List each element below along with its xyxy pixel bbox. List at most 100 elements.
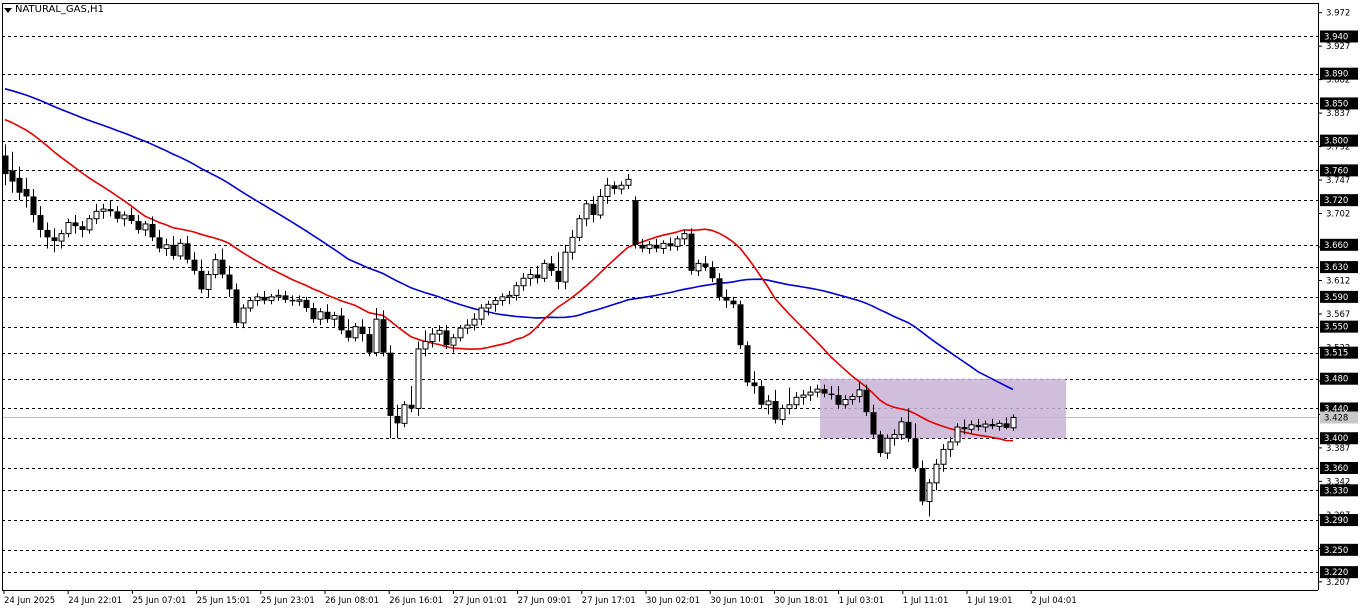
candle-body-down [79, 226, 86, 230]
candle-body-up [807, 391, 814, 396]
candle-body-up [275, 294, 282, 298]
candle-body-up [681, 233, 688, 240]
candle-body-up [541, 262, 548, 279]
candle [198, 259, 205, 294]
candle [772, 389, 779, 424]
candle [450, 334, 457, 353]
candle [212, 253, 219, 279]
candle [310, 302, 317, 323]
symbol-title[interactable]: NATURAL_GAS,H1 [4, 3, 104, 17]
price-tick-label: 3.972 [1326, 9, 1350, 19]
price-tick-label: 3.927 [1326, 42, 1350, 52]
time-tick-label: 26 Jun 08:01 [325, 596, 379, 606]
candle-body-up [499, 296, 506, 302]
time-tick-label: 25 Jun 07:01 [132, 596, 186, 606]
candle-body-down [282, 295, 289, 300]
candle [268, 293, 275, 305]
candle-body-down [226, 274, 233, 290]
candle-body-up [996, 422, 1003, 427]
candle-body-up [58, 233, 65, 242]
candle [72, 215, 79, 234]
level-label-text: 3.940 [1324, 32, 1348, 42]
candle [387, 345, 394, 439]
candle [527, 268, 534, 286]
candle [415, 341, 422, 416]
level-price-label: 3.800 [1320, 134, 1358, 147]
candle [296, 295, 303, 306]
candle-body-down [919, 467, 926, 502]
time-tick-label: 27 Jun 17:01 [582, 596, 636, 606]
candle [625, 174, 632, 189]
candle-body-down [443, 330, 450, 346]
price-tick-label: 3.612 [1326, 277, 1350, 287]
current-price-text: 3.428 [1324, 414, 1348, 424]
candle [877, 430, 884, 457]
candle-body-up [450, 337, 457, 346]
candle [786, 387, 793, 415]
time-tick-label: 1 Jul 11:01 [903, 596, 949, 606]
candle [107, 200, 114, 217]
candle-body-down [23, 188, 30, 197]
candle-body-down [44, 229, 51, 238]
candle [128, 207, 135, 224]
level-price-label: 3.630 [1320, 261, 1358, 274]
candle-body-down [534, 274, 541, 279]
candle [142, 220, 149, 236]
candle [702, 255, 709, 271]
candle-body-up [968, 424, 975, 430]
candle-body-down [653, 244, 660, 249]
candle-body-up [492, 300, 499, 305]
candle-body-down [191, 259, 198, 271]
candle [947, 436, 954, 457]
candle [135, 215, 142, 234]
time-tick-label: 1 Jul 19:01 [967, 596, 1013, 606]
time-tick-label: 24 Jun 2025 [4, 596, 55, 606]
time-tick-label: 1 Jul 03:01 [839, 596, 885, 606]
candle-body-down [730, 300, 737, 305]
candle [632, 196, 639, 249]
candle-body-up [884, 437, 891, 454]
candle-body-down [16, 177, 23, 193]
symbol-timeframe-label: NATURAL_GAS,H1 [15, 4, 104, 15]
candle-body-down [751, 382, 758, 387]
price-axis[interactable]: 3.9723.9273.8823.8373.7923.7473.7023.657… [1318, 9, 1358, 588]
candle-body-down [828, 393, 835, 396]
candle-body-up [660, 242, 667, 250]
candle-body-down [408, 404, 415, 409]
candle-body-up [163, 244, 170, 250]
candle-body-down [233, 289, 240, 323]
level-price-label: 3.940 [1320, 30, 1358, 43]
price-chart[interactable]: 3.9723.9273.8823.8373.7923.7473.7023.657… [0, 0, 1362, 611]
candle-body-up [429, 333, 436, 343]
candle-body-down [611, 185, 618, 189]
level-price-label: 3.660 [1320, 238, 1358, 251]
level-price-label: 3.590 [1320, 290, 1358, 303]
level-price-label: 3.480 [1320, 372, 1358, 385]
candle-body-down [303, 299, 310, 309]
level-price-label: 3.515 [1320, 346, 1358, 359]
candle [660, 240, 667, 254]
dropdown-triangle-icon[interactable] [4, 7, 12, 13]
consolidation-zone [820, 378, 1066, 439]
candle-body-up [898, 421, 905, 436]
candle [814, 384, 821, 398]
candle-body-up [373, 318, 380, 354]
candle-body-up [793, 396, 800, 406]
candle-body-up [814, 388, 821, 393]
candle-body-up [646, 244, 653, 250]
candle [422, 330, 429, 357]
time-axis[interactable]: 24 Jun 2025 24 Jun 22:01 25 Jun 07:01 25 Ju… [3, 590, 1077, 606]
candle [317, 308, 324, 326]
candle-body-up [177, 242, 184, 257]
candle-body-down [107, 209, 114, 212]
candle-body-down [989, 424, 996, 427]
time-tick-label: 30 Jun 10:01 [710, 596, 764, 606]
candle-body-up [856, 389, 863, 398]
candle-body-up [247, 300, 254, 309]
candle-body-up [576, 218, 583, 238]
candle [429, 328, 436, 348]
candle [730, 296, 737, 309]
candle [16, 166, 23, 201]
candle [44, 222, 51, 249]
candle-body-up [86, 218, 93, 231]
